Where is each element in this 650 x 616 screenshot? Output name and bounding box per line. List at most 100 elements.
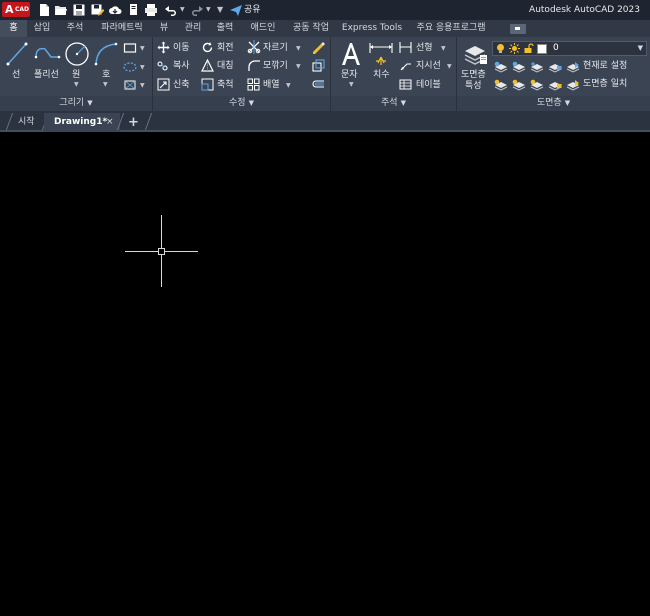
- ribbon-options-button[interactable]: [510, 24, 526, 34]
- draw-panel-footer[interactable]: 그리기 ▼: [0, 96, 152, 111]
- stretch-label[interactable]: 신축: [173, 79, 190, 91]
- tab-parametric[interactable]: 파라메트릭: [94, 20, 150, 37]
- match-layer-icon[interactable]: [566, 79, 580, 91]
- trim-label[interactable]: 자르기: [263, 42, 288, 54]
- copy-icon[interactable]: [157, 59, 170, 72]
- leader-icon[interactable]: [399, 59, 412, 72]
- share-label[interactable]: 공유: [244, 0, 261, 20]
- fillet-label[interactable]: 모깎기: [263, 60, 288, 72]
- save-as-icon[interactable]: [90, 3, 104, 17]
- drawing-canvas[interactable]: [0, 133, 650, 616]
- make-current-label[interactable]: 현재로 설정: [583, 60, 627, 72]
- boundary-dropdown-icon[interactable]: ▼: [140, 82, 145, 89]
- trim-dropdown-icon[interactable]: ▼: [296, 45, 301, 52]
- tab-output[interactable]: 출력: [211, 20, 239, 37]
- linear-dropdown-icon[interactable]: ▼: [441, 45, 446, 52]
- layer-properties-icon[interactable]: [462, 41, 488, 67]
- layer-unlock-icon[interactable]: [523, 43, 534, 54]
- layer-on-icon[interactable]: [495, 43, 506, 54]
- arc-label[interactable]: 호: [102, 69, 110, 81]
- layer-thaw-icon[interactable]: [509, 43, 520, 54]
- rotate-icon[interactable]: [201, 41, 214, 54]
- layer-properties-label-2[interactable]: 특성: [465, 80, 482, 92]
- polyline-label[interactable]: 폴리선: [34, 69, 59, 81]
- customize-toolbar-icon[interactable]: ▼: [217, 5, 223, 14]
- dimension-label[interactable]: 치수: [373, 69, 390, 81]
- move-label[interactable]: 이동: [173, 42, 190, 54]
- circle-label[interactable]: 원: [72, 69, 80, 81]
- layer-unlock-all-icon[interactable]: [548, 79, 562, 91]
- layer-unisolate-icon[interactable]: [512, 79, 526, 91]
- circle-icon[interactable]: [64, 41, 90, 67]
- start-tab[interactable]: 시작: [18, 113, 35, 132]
- tab-insert[interactable]: 삽입: [27, 20, 57, 37]
- share-icon[interactable]: [229, 3, 243, 17]
- rotate-label[interactable]: 회전: [217, 42, 234, 54]
- trim-icon[interactable]: [247, 40, 261, 54]
- array-label[interactable]: 배열: [263, 79, 280, 91]
- rectangle-icon[interactable]: [123, 42, 137, 54]
- tab-featured-apps[interactable]: 주요 응용프로그램: [410, 20, 492, 37]
- circle-dropdown-icon[interactable]: ▼: [74, 81, 79, 88]
- text-icon[interactable]: [340, 41, 362, 67]
- boundary-icon[interactable]: [123, 79, 137, 91]
- dimension-icon[interactable]: [368, 41, 394, 67]
- offset-icon[interactable]: [311, 78, 325, 92]
- annotation-panel-expand-icon[interactable]: ▼: [401, 99, 406, 107]
- save-icon[interactable]: [72, 3, 86, 17]
- layers-panel-footer[interactable]: 도면층 ▼: [457, 96, 650, 111]
- mirror-label[interactable]: 대칭: [217, 60, 234, 72]
- fillet-icon[interactable]: [247, 59, 261, 72]
- leader-label[interactable]: 지시선: [416, 60, 441, 72]
- open-file-icon[interactable]: [54, 3, 68, 17]
- layer-lock-icon[interactable]: [548, 61, 562, 73]
- match-layer-label[interactable]: 도면층 일치: [583, 78, 627, 90]
- hatch-icon[interactable]: [123, 61, 137, 73]
- arc-icon[interactable]: [93, 41, 119, 67]
- plot-icon[interactable]: [144, 3, 158, 17]
- tab-manage[interactable]: 관리: [179, 20, 207, 37]
- explode-icon[interactable]: [311, 59, 325, 73]
- rectangle-dropdown-icon[interactable]: ▼: [140, 45, 145, 52]
- layer-walk-icon[interactable]: [494, 79, 508, 91]
- table-icon[interactable]: [399, 78, 412, 91]
- layer-freeze-icon[interactable]: [530, 61, 544, 73]
- redo-dropdown-icon[interactable]: ▼: [206, 6, 211, 13]
- stretch-icon[interactable]: [157, 78, 170, 91]
- line-icon[interactable]: [5, 41, 29, 67]
- text-label[interactable]: 문자: [341, 69, 358, 81]
- text-dropdown-icon[interactable]: ▼: [349, 81, 354, 88]
- tab-view[interactable]: 뷰: [154, 20, 174, 37]
- mirror-icon[interactable]: [201, 59, 214, 72]
- open-from-web-icon[interactable]: [126, 3, 140, 17]
- array-icon[interactable]: [247, 78, 260, 91]
- layer-thaw-all-icon[interactable]: [530, 79, 544, 91]
- copy-label[interactable]: 복사: [173, 60, 190, 72]
- fillet-dropdown-icon[interactable]: ▼: [296, 63, 301, 70]
- leader-dropdown-icon[interactable]: ▼: [447, 63, 452, 70]
- erase-icon[interactable]: [311, 40, 325, 54]
- arc-dropdown-icon[interactable]: ▼: [103, 81, 108, 88]
- layer-isolate-icon[interactable]: [512, 61, 526, 73]
- application-menu-button[interactable]: A CAD: [2, 2, 30, 17]
- drawing-tab[interactable]: Drawing1* ×: [44, 113, 120, 132]
- linear-dimension-icon[interactable]: [399, 41, 412, 54]
- close-tab-icon[interactable]: ×: [106, 113, 114, 132]
- layer-dropdown[interactable]: 0 ▼: [492, 41, 647, 56]
- layer-dropdown-chevron-icon[interactable]: ▼: [638, 42, 643, 55]
- scale-label[interactable]: 축척: [217, 79, 234, 91]
- linear-label[interactable]: 선형: [416, 42, 433, 54]
- polyline-icon[interactable]: [33, 43, 61, 65]
- make-current-icon[interactable]: [566, 61, 580, 73]
- undo-icon[interactable]: [164, 3, 178, 17]
- draw-panel-expand-icon[interactable]: ▼: [87, 99, 92, 107]
- tab-collaborate[interactable]: 공동 작업: [287, 20, 335, 37]
- layer-off-icon[interactable]: [494, 61, 508, 73]
- redo-icon[interactable]: [190, 3, 204, 17]
- move-icon[interactable]: [157, 41, 170, 54]
- layers-panel-expand-icon[interactable]: ▼: [565, 99, 570, 107]
- tab-express-tools[interactable]: Express Tools: [341, 20, 403, 37]
- table-label[interactable]: 테이블: [416, 79, 441, 91]
- modify-panel-footer[interactable]: 수정 ▼: [153, 96, 330, 111]
- save-to-web-icon[interactable]: [108, 3, 122, 17]
